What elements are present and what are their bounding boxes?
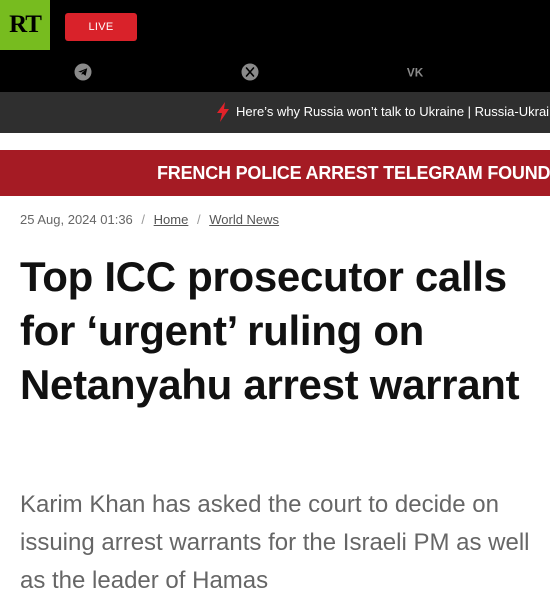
spacer xyxy=(0,133,550,150)
breadcrumb-home-link[interactable]: Home xyxy=(154,212,189,227)
breaking-news-banner[interactable]: FRENCH POLICE ARREST TELEGRAM FOUNDER xyxy=(0,150,550,196)
breadcrumb: 25 Aug, 2024 01:36 / Home / World News xyxy=(20,212,279,227)
breaking-news-headline[interactable]: FRENCH POLICE ARREST TELEGRAM FOUNDER xyxy=(157,163,550,184)
rt-logo[interactable]: RT xyxy=(0,0,50,50)
svg-text:VK: VK xyxy=(407,66,424,79)
logo-text: RT xyxy=(9,11,42,38)
article-date: 25 Aug, 2024 01:36 xyxy=(20,212,133,227)
news-ticker[interactable]: Here’s why Russia won’t talk to Ukraine … xyxy=(0,92,550,133)
breadcrumb-separator: / xyxy=(196,212,201,227)
vk-icon[interactable]: VK xyxy=(406,62,426,82)
article-summary: Karim Khan has asked the court to decide… xyxy=(20,491,530,594)
top-navigation-bar: RT LIVE VK xyxy=(0,0,550,92)
breadcrumb-world-news-link[interactable]: World News xyxy=(209,212,279,227)
x-icon[interactable] xyxy=(240,62,260,82)
live-button[interactable]: LIVE xyxy=(65,13,137,41)
breadcrumb-separator: / xyxy=(141,212,146,227)
lightning-icon xyxy=(216,102,230,127)
telegram-icon[interactable] xyxy=(73,62,93,82)
article-title: Top ICC prosecutor calls for ‘urgent’ ru… xyxy=(20,253,520,408)
ticker-headline-link[interactable]: Here’s why Russia won’t talk to Ukraine … xyxy=(236,104,550,119)
